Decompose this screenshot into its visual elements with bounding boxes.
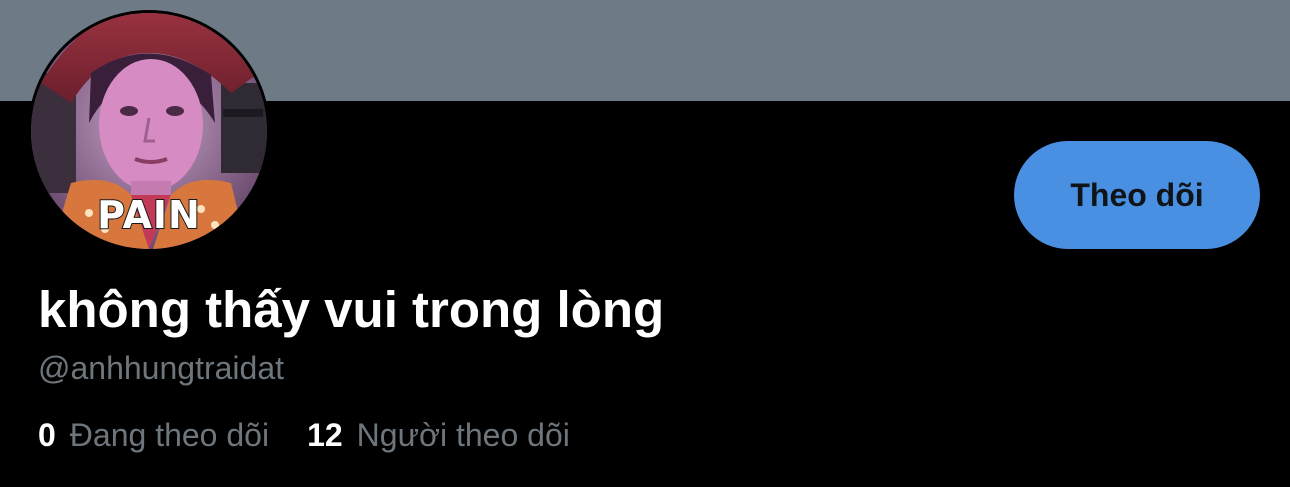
display-name: không thấy vui trong lòng bbox=[38, 281, 665, 338]
followers-count: 12 bbox=[307, 417, 343, 453]
followers-label: Người theo dõi bbox=[356, 417, 570, 453]
follow-button[interactable]: Theo dõi bbox=[1014, 141, 1260, 249]
profile-stats: 0 Đang theo dõi 12 Người theo dõi bbox=[38, 417, 570, 454]
avatar-photo: PAIN bbox=[31, 13, 267, 249]
following-stat[interactable]: 0 Đang theo dõi bbox=[38, 417, 269, 454]
avatar-caption: PAIN bbox=[96, 192, 201, 238]
profile-page: PAIN Theo dõi không thấy vui trong lòng … bbox=[0, 0, 1290, 487]
following-label: Đang theo dõi bbox=[69, 417, 270, 453]
followers-stat[interactable]: 12 Người theo dõi bbox=[307, 417, 570, 454]
following-count: 0 bbox=[38, 417, 56, 453]
profile-avatar[interactable]: PAIN bbox=[28, 10, 270, 252]
profile-handle: @anhhungtraidat bbox=[38, 350, 284, 386]
